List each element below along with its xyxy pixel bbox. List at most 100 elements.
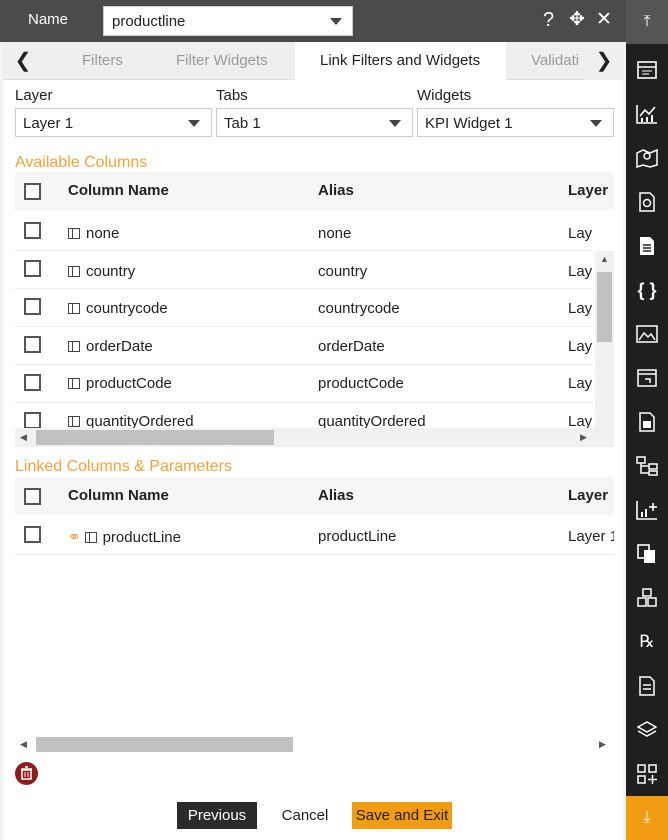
- layer-select[interactable]: Layer 1: [15, 108, 212, 137]
- embed-widget-icon[interactable]: [626, 356, 668, 400]
- close-icon[interactable]: ✕: [596, 10, 612, 30]
- name-select[interactable]: productline: [103, 6, 353, 36]
- document-icon[interactable]: [626, 224, 668, 268]
- link-icon: ⚭: [68, 529, 81, 546]
- column-icon: [84, 532, 97, 543]
- column-alias: productLine: [318, 528, 397, 545]
- column-alias: productCode: [318, 375, 404, 392]
- chevron-down-icon: [330, 18, 342, 25]
- image-icon[interactable]: [626, 312, 668, 356]
- column-layer: Lay: [568, 338, 593, 355]
- save-and-exit-button[interactable]: Save and Exit: [352, 802, 452, 829]
- cubes-icon[interactable]: [626, 576, 668, 620]
- tab-filters[interactable]: Filters: [82, 42, 123, 80]
- rx-icon[interactable]: ℞: [626, 620, 668, 664]
- move-icon[interactable]: ✥: [569, 10, 585, 30]
- dialog-panel: ❮ Filters Filter Widgets Link Filters an…: [3, 42, 624, 840]
- column-icon: [68, 378, 80, 389]
- column-icon: [68, 303, 80, 314]
- download-icon[interactable]: ⤓: [626, 796, 668, 840]
- horizontal-scrollbar[interactable]: ◀ ▶: [15, 428, 595, 447]
- table-row[interactable]: countrycode countrycode Lay: [15, 289, 593, 327]
- header-layer: Layer: [568, 487, 609, 504]
- vertical-scrollbar[interactable]: ▲ ▼: [595, 251, 614, 447]
- available-columns-title: Available Columns: [15, 154, 148, 171]
- collapse-up-icon[interactable]: ⤒: [626, 0, 668, 44]
- report-icon[interactable]: [626, 180, 668, 224]
- dashboard-icon[interactable]: [626, 48, 668, 92]
- scroll-right-icon[interactable]: ▶: [599, 739, 606, 750]
- grid-header: Column Name Alias Layer: [15, 172, 614, 210]
- previous-button[interactable]: Previous: [177, 802, 257, 829]
- table-row[interactable]: country country Lay: [15, 251, 593, 289]
- tab-filter-widgets[interactable]: Filter Widgets: [176, 42, 268, 80]
- column-layer: Lay: [568, 375, 593, 392]
- scroll-left-icon[interactable]: ◀: [20, 432, 27, 443]
- header-alias: Alias: [318, 182, 354, 199]
- tabs-select-value: Tab 1: [224, 115, 261, 132]
- header-layer: Layer: [568, 182, 609, 199]
- tab-validation[interactable]: Validati: [531, 42, 586, 80]
- name-label: Name: [28, 11, 69, 28]
- row-checkbox[interactable]: [24, 336, 41, 353]
- delete-button[interactable]: [15, 762, 38, 785]
- tab-next-arrow[interactable]: ❯: [584, 42, 624, 80]
- table-row[interactable]: orderDate orderDate Lay: [15, 327, 593, 365]
- trash-icon: [21, 766, 32, 780]
- available-columns-grid: Column Name Alias Layer none none Lay co…: [15, 172, 614, 447]
- row-checkbox[interactable]: [24, 526, 41, 543]
- column-layer: Layer 1: [568, 528, 614, 545]
- widgets-select[interactable]: KPI Widget 1: [417, 108, 614, 137]
- code-braces-icon[interactable]: { }: [626, 268, 668, 312]
- copy-icon[interactable]: [626, 532, 668, 576]
- row-checkbox[interactable]: [24, 374, 41, 391]
- column-name: orderDate: [86, 338, 153, 355]
- row-checkbox[interactable]: [24, 260, 41, 277]
- row-checkbox[interactable]: [24, 412, 41, 429]
- scroll-right-icon[interactable]: ▶: [580, 432, 587, 443]
- layer-label: Layer: [15, 87, 53, 104]
- horizontal-scrollbar[interactable]: ◀ ▶: [15, 737, 614, 752]
- column-layer: Lay: [568, 225, 593, 242]
- scroll-down-icon[interactable]: ▼: [600, 446, 609, 447]
- scroll-left-icon[interactable]: ◀: [20, 739, 27, 750]
- select-all-checkbox[interactable]: [24, 488, 41, 505]
- dialog-header: Name productline ? ✥ ✕: [0, 0, 626, 42]
- header-column-name: Column Name: [68, 487, 169, 504]
- table-row[interactable]: ⚭ productLine productLine Layer 1: [15, 517, 614, 555]
- scrollbar-thumb[interactable]: [36, 737, 293, 752]
- tree-icon[interactable]: [626, 444, 668, 488]
- tab-link-filters-and-widgets[interactable]: Link Filters and Widgets: [295, 42, 506, 80]
- row-checkbox[interactable]: [24, 298, 41, 315]
- column-name: countrycode: [86, 300, 168, 317]
- column-icon: [68, 228, 80, 239]
- add-chart-icon[interactable]: [626, 488, 668, 532]
- cancel-button[interactable]: Cancel: [265, 802, 345, 829]
- map-icon[interactable]: [626, 136, 668, 180]
- table-row[interactable]: productCode productCode Lay: [15, 365, 593, 403]
- widgets-label: Widgets: [417, 87, 472, 104]
- tab-prev-arrow[interactable]: ❮: [3, 42, 43, 80]
- column-icon: [68, 416, 80, 427]
- help-icon[interactable]: ?: [543, 10, 554, 30]
- widgets-select-value: KPI Widget 1: [425, 115, 513, 132]
- text-document-icon[interactable]: [626, 664, 668, 708]
- select-all-checkbox[interactable]: [24, 183, 41, 200]
- scroll-up-icon[interactable]: ▲: [600, 254, 609, 264]
- spreadsheet-icon[interactable]: [626, 400, 668, 444]
- add-widget-icon[interactable]: [626, 752, 668, 796]
- column-alias: countrycode: [318, 300, 400, 317]
- row-checkbox[interactable]: [24, 222, 41, 239]
- layers-icon[interactable]: [626, 708, 668, 752]
- tabs-select[interactable]: Tab 1: [216, 108, 413, 137]
- column-layer: Lay: [568, 300, 593, 317]
- chart-icon[interactable]: [626, 92, 668, 136]
- table-row[interactable]: none none Lay: [15, 213, 593, 251]
- column-layer: Lay: [568, 263, 593, 280]
- column-alias: orderDate: [318, 338, 385, 355]
- column-name: productLine: [102, 529, 181, 546]
- grid-header: Column Name Alias Layer: [15, 477, 614, 515]
- column-alias: country: [318, 263, 368, 280]
- scrollbar-thumb[interactable]: [36, 430, 274, 445]
- scrollbar-thumb[interactable]: [597, 272, 612, 342]
